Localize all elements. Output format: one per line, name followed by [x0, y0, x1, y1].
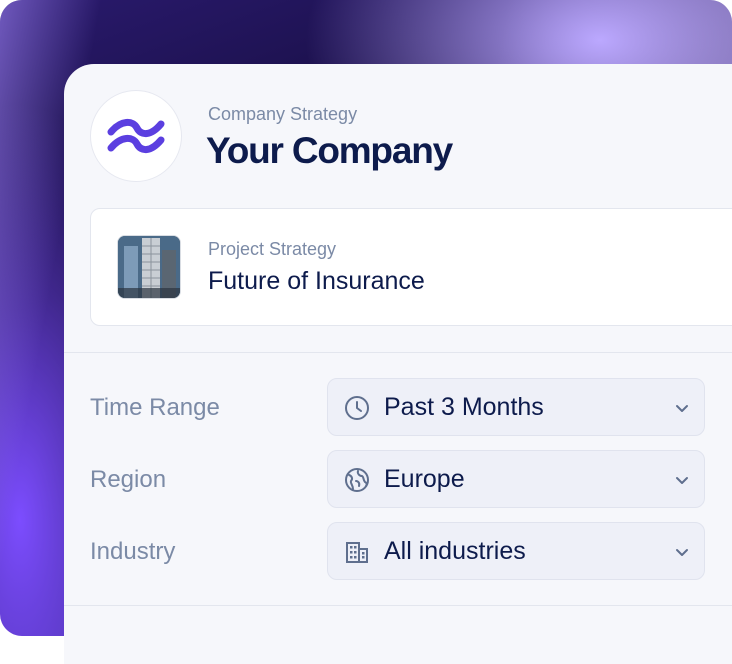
company-logo: [90, 90, 182, 182]
project-thumbnail: [117, 235, 181, 299]
strategy-card: Company Strategy Your Company Project St…: [64, 64, 732, 664]
chevron-down-icon: [676, 477, 688, 484]
time-range-value: Past 3 Months: [384, 393, 544, 421]
wave-logo-icon: [107, 119, 165, 153]
industry-select[interactable]: All industries: [327, 522, 705, 580]
globe-icon: [345, 468, 369, 492]
divider: [64, 605, 732, 606]
company-header: Company Strategy Your Company: [90, 90, 730, 182]
building-icon: [346, 542, 368, 563]
divider: [64, 352, 732, 353]
chevron-down-icon: [676, 405, 688, 412]
project-kicker: Project Strategy: [208, 239, 337, 259]
project-name: Future of Insurance: [208, 267, 425, 295]
clock-icon: [345, 396, 369, 420]
company-name: Your Company: [206, 130, 453, 171]
region-value: Europe: [384, 465, 465, 493]
time-range-label: Time Range: [90, 394, 220, 421]
project-card[interactable]: Project Strategy Future of Insurance: [90, 208, 732, 326]
industry-label: Industry: [90, 538, 176, 565]
building-photo-icon: [118, 236, 180, 298]
company-kicker: Company Strategy: [208, 104, 358, 124]
region-label: Region: [90, 466, 167, 493]
industry-value: All industries: [384, 537, 526, 565]
region-select[interactable]: Europe: [327, 450, 705, 508]
time-range-select[interactable]: Past 3 Months: [327, 378, 705, 436]
chevron-down-icon: [676, 549, 688, 556]
